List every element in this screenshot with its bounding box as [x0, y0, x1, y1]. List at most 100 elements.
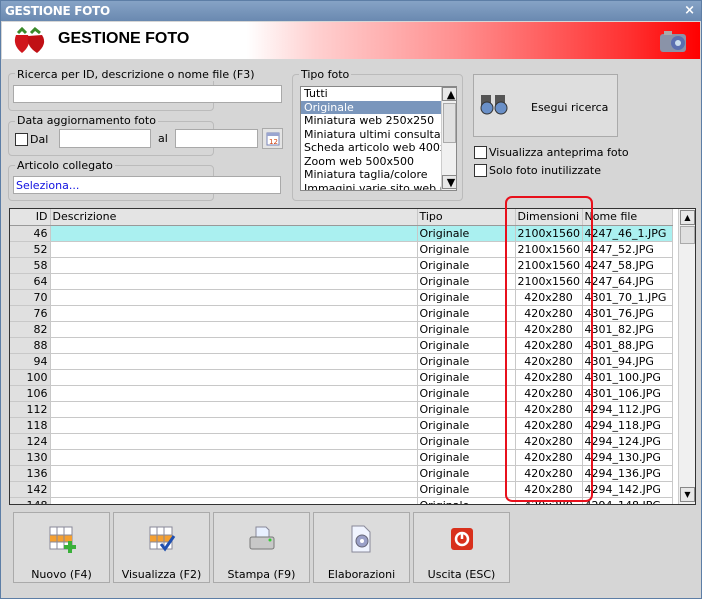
highlight-annotation [505, 196, 593, 502]
cell-tipo: Originale [417, 305, 516, 322]
list-item[interactable]: Scheda articolo web 400x40 [301, 141, 456, 155]
column-header-tipo[interactable]: Tipo [417, 209, 516, 226]
tipo-listbox[interactable]: Tutti Originale Miniatura web 250x250 Mi… [300, 86, 457, 191]
unused-checkbox[interactable] [474, 164, 487, 177]
search-input[interactable] [13, 85, 282, 103]
cell-nome-file: 4301_106.JPG [582, 385, 673, 402]
calendar-button[interactable]: 12 [262, 128, 283, 149]
cell-tipo: Originale [417, 385, 516, 402]
elaborazioni-label: Elaborazioni [327, 568, 396, 581]
column-header-descrizione[interactable]: Descrizione [50, 209, 418, 226]
cell-descrizione [50, 497, 418, 504]
cell-id: 88 [10, 337, 51, 354]
date-from-checkbox[interactable] [15, 133, 28, 146]
cell-nome-file: 4294_124.JPG [582, 433, 673, 450]
cell-descrizione [50, 305, 418, 322]
visualizza-button[interactable]: Visualizza (F2) [113, 512, 210, 583]
list-item[interactable]: Tutti [301, 87, 456, 101]
cell-descrizione [50, 337, 418, 354]
cell-id: 76 [10, 305, 51, 322]
scroll-thumb[interactable] [443, 103, 456, 143]
search-button[interactable]: Esegui ricerca [473, 74, 618, 137]
cell-nome-file: 4294_130.JPG [582, 449, 673, 466]
date-from-label: Dal [30, 133, 49, 146]
stampa-button[interactable]: Stampa (F9) [213, 512, 310, 583]
list-item[interactable]: Originale [301, 100, 456, 114]
cell-nome-file: 4301_94.JPG [582, 353, 673, 370]
cell-id: 106 [10, 385, 51, 402]
scroll-up-button[interactable]: ▲ [680, 210, 695, 225]
uscita-label: Uscita (ESC) [427, 568, 496, 581]
strawberry-icon [14, 27, 45, 53]
cell-nome-file: 4247_46_1.JPG [582, 225, 673, 242]
cell-tipo: Originale [417, 433, 516, 450]
grid-check-icon [149, 526, 176, 552]
list-item[interactable]: Miniatura taglia/colore [301, 168, 456, 182]
tipo-scrollbar[interactable]: ▲ ▼ [441, 87, 456, 190]
binoculars-icon [480, 95, 508, 115]
list-item[interactable]: Zoom web 500x500 [301, 155, 456, 169]
cell-descrizione [50, 273, 418, 290]
nuovo-label: Nuovo (F4) [31, 568, 92, 581]
cell-nome-file: 4294_142.JPG [582, 481, 673, 498]
nuovo-button[interactable]: Nuovo (F4) [13, 512, 110, 583]
list-item[interactable]: Miniatura ultimi consultati 40 [301, 128, 456, 142]
cell-nome-file: 4301_100.JPG [582, 369, 673, 386]
cell-nome-file: 4294_136.JPG [582, 465, 673, 482]
cell-descrizione [50, 321, 418, 338]
article-label: Articolo collegato [15, 159, 115, 172]
cell-id: 64 [10, 273, 51, 290]
search-label: Ricerca per ID, descrizione o nome file … [15, 68, 257, 81]
printer-icon [249, 526, 275, 550]
cell-id: 142 [10, 481, 51, 498]
list-item[interactable]: Immagini varie sito web (bar [301, 182, 456, 191]
cell-tipo: Originale [417, 289, 516, 306]
header-banner: GESTIONE FOTO [2, 22, 700, 59]
date-from-input[interactable] [59, 129, 151, 148]
date-to-input[interactable] [175, 129, 258, 148]
cell-descrizione [50, 225, 418, 242]
cell-id: 118 [10, 417, 51, 434]
scroll-up-button[interactable]: ▲ [442, 87, 456, 101]
scroll-down-button[interactable]: ▼ [680, 487, 695, 502]
cell-descrizione [50, 257, 418, 274]
cell-id: 52 [10, 241, 51, 258]
cell-nome-file: 4247_58.JPG [582, 257, 673, 274]
scroll-down-button[interactable]: ▼ [442, 175, 456, 189]
close-button[interactable]: × [684, 3, 695, 18]
cell-tipo: Originale [417, 497, 516, 504]
column-header-nome-file[interactable]: Nome file [582, 209, 673, 226]
cell-tipo: Originale [417, 321, 516, 338]
elaborazioni-button[interactable]: Elaborazioni [313, 512, 410, 583]
cell-nome-file: 4294_112.JPG [582, 401, 673, 418]
cell-id: 94 [10, 353, 51, 370]
cell-id: 136 [10, 465, 51, 482]
cell-id: 148 [10, 497, 51, 504]
cell-nome-file: 4301_76.JPG [582, 305, 673, 322]
cell-tipo: Originale [417, 481, 516, 498]
list-item[interactable]: Miniatura web 250x250 [301, 114, 456, 128]
uscita-button[interactable]: Uscita (ESC) [413, 512, 510, 583]
svg-text:12: 12 [269, 138, 278, 146]
article-select[interactable]: Seleziona... [13, 176, 281, 194]
cell-nome-file: 4247_52.JPG [582, 241, 673, 258]
cell-id: 130 [10, 449, 51, 466]
cell-nome-file: 4294_118.JPG [582, 417, 673, 434]
stampa-label: Stampa (F9) [227, 568, 296, 581]
cell-nome-file: 4301_88.JPG [582, 337, 673, 354]
title-bar: GESTIONE FOTO [1, 1, 701, 21]
cell-tipo: Originale [417, 465, 516, 482]
cell-descrizione [50, 241, 418, 258]
scroll-thumb[interactable] [680, 226, 695, 244]
preview-checkbox[interactable] [474, 146, 487, 159]
cell-tipo: Originale [417, 337, 516, 354]
calendar-icon: 12 [266, 132, 280, 146]
camera-icon [660, 31, 686, 52]
cell-descrizione [50, 433, 418, 450]
date-label: Data aggiornamento foto [15, 114, 158, 127]
preview-label: Visualizza anteprima foto [489, 146, 629, 159]
column-header-id[interactable]: ID [10, 209, 51, 226]
cell-descrizione [50, 385, 418, 402]
window-title: GESTIONE FOTO [5, 4, 110, 18]
grid-scrollbar[interactable]: ▲ ▼ [678, 209, 695, 504]
